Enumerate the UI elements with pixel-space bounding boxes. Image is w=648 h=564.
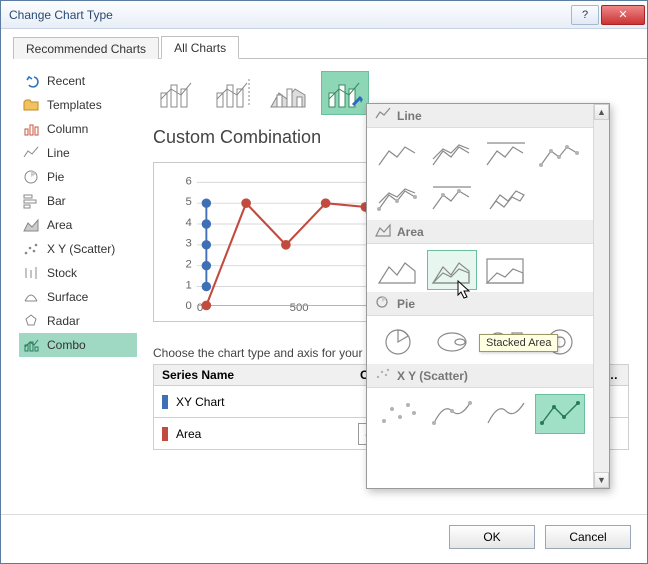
sidebar-item-scatter[interactable]: X Y (Scatter) (19, 237, 137, 261)
titlebar[interactable]: Change Chart Type ? ✕ (1, 1, 647, 29)
change-chart-type-dialog: Change Chart Type ? ✕ Recommended Charts… (0, 0, 648, 564)
thumb-scatter-smooth[interactable] (481, 394, 531, 434)
sidebar-item-area[interactable]: Area (19, 213, 137, 237)
svg-text:0: 0 (186, 300, 192, 312)
sidebar-item-label: Column (47, 122, 88, 136)
popup-section-label: Pie (397, 297, 415, 311)
undo-icon (23, 73, 39, 89)
combo-icon (23, 337, 39, 353)
cursor-icon (457, 280, 473, 300)
column-icon (23, 121, 39, 137)
window-title: Change Chart Type (9, 8, 571, 22)
ok-button[interactable]: OK (449, 525, 535, 549)
bar-icon (23, 193, 39, 209)
sidebar-item-stock[interactable]: Stock (19, 261, 137, 285)
thumb-area[interactable] (373, 250, 423, 290)
subtype-clustered-column-line[interactable] (153, 71, 201, 115)
svg-text:2: 2 (186, 259, 192, 271)
sidebar-item-radar[interactable]: Radar (19, 309, 137, 333)
series-name: XY Chart (176, 395, 224, 409)
thumb-scatter-straight-markers[interactable] (535, 394, 585, 434)
svg-text:6: 6 (186, 175, 192, 187)
thumb-pie[interactable] (373, 322, 423, 362)
thumb-scatter[interactable] (373, 394, 423, 434)
sidebar-item-label: Surface (47, 290, 88, 304)
thumb-scatter-smooth-markers[interactable] (427, 394, 477, 434)
thumb-pie-3d[interactable] (427, 322, 477, 362)
sidebar-item-label: Bar (47, 194, 66, 208)
scatter-icon (23, 241, 39, 257)
subtype-clustered-column-line-secondary[interactable] (209, 71, 257, 115)
sidebar-item-templates[interactable]: Templates (19, 93, 137, 117)
sidebar-item-bar[interactable]: Bar (19, 189, 137, 213)
popup-section-label: Area (397, 225, 424, 239)
svg-text:3: 3 (186, 238, 192, 250)
thumb-100-stacked-line[interactable] (481, 134, 531, 174)
svg-text:5: 5 (186, 196, 192, 208)
col-header-name: Series Name (154, 368, 352, 382)
thumb-100-stacked-line-markers[interactable] (427, 178, 477, 218)
help-button[interactable]: ? (571, 5, 599, 25)
series-color-swatch (162, 395, 168, 409)
tooltip: Stacked Area (479, 334, 558, 352)
radar-icon (23, 313, 39, 329)
area-icon (375, 223, 391, 240)
sidebar-item-label: Area (47, 218, 72, 232)
tab-all-charts[interactable]: All Charts (161, 36, 239, 59)
pie-icon (375, 295, 391, 312)
sidebar-item-label: Stock (47, 266, 77, 280)
sidebar-item-combo[interactable]: Combo (19, 333, 137, 357)
thumb-line[interactable] (373, 134, 423, 174)
category-sidebar: Recent Templates Column Line Pie Bar Are… (19, 69, 137, 502)
series-name: Area (176, 427, 201, 441)
pie-icon (23, 169, 39, 185)
sidebar-item-surface[interactable]: Surface (19, 285, 137, 309)
line-icon (23, 145, 39, 161)
sidebar-item-line[interactable]: Line (19, 141, 137, 165)
sidebar-item-label: Line (47, 146, 70, 160)
tab-recommended[interactable]: Recommended Charts (13, 37, 159, 59)
subtype-stacked-area-column[interactable] (265, 71, 313, 115)
sidebar-item-label: X Y (Scatter) (47, 242, 115, 256)
thumb-stacked-line-markers[interactable] (373, 178, 423, 218)
stock-icon (23, 265, 39, 281)
svg-text:1: 1 (186, 279, 192, 291)
area-icon (23, 217, 39, 233)
sidebar-item-label: Combo (47, 338, 86, 352)
close-button[interactable]: ✕ (601, 5, 645, 25)
sidebar-item-recent[interactable]: Recent (19, 69, 137, 93)
sidebar-item-label: Templates (47, 98, 102, 112)
thumb-100-stacked-area[interactable] (481, 250, 531, 290)
sidebar-item-pie[interactable]: Pie (19, 165, 137, 189)
popup-scrollbar[interactable]: ▲ ▼ (593, 104, 609, 488)
scroll-up-icon[interactable]: ▲ (594, 104, 609, 120)
series-color-swatch (162, 427, 168, 441)
sidebar-item-label: Radar (47, 314, 80, 328)
sidebar-item-column[interactable]: Column (19, 117, 137, 141)
line-icon (375, 107, 391, 124)
cancel-button[interactable]: Cancel (545, 525, 631, 549)
scroll-down-icon[interactable]: ▼ (594, 472, 609, 488)
popup-section-label: Line (397, 109, 422, 123)
thumb-3d-line[interactable] (481, 178, 531, 218)
svg-text:500: 500 (290, 302, 309, 313)
svg-text:4: 4 (186, 217, 192, 229)
chart-type-popup: Line Area (366, 103, 610, 489)
sidebar-item-label: Pie (47, 170, 64, 184)
scatter-icon (375, 367, 391, 384)
popup-section-label: X Y (Scatter) (397, 369, 468, 383)
sidebar-item-label: Recent (47, 74, 85, 88)
subtype-custom-combination[interactable] (321, 71, 369, 115)
folder-icon (23, 97, 39, 113)
thumb-line-markers[interactable] (535, 134, 585, 174)
surface-icon (23, 289, 39, 305)
tab-strip: Recommended Charts All Charts (13, 35, 647, 59)
thumb-stacked-line[interactable] (427, 134, 477, 174)
